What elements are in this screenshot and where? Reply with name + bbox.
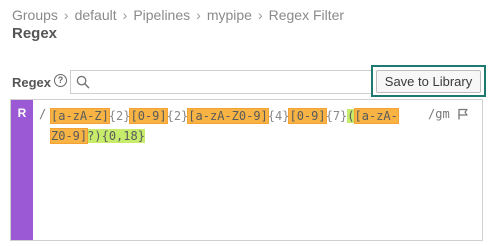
regex-badge: R (11, 100, 33, 240)
regex-token-orange: [0-9] (129, 108, 168, 124)
regex-token-green: ( (347, 109, 355, 123)
regex-open-delimiter: / (39, 107, 47, 121)
regex-editor[interactable]: R / [a-zA-Z]{2}[0-9]{2}[a-zA-Z0-9]{4}[0-… (10, 99, 483, 241)
regex-token-green: {0,18} (101, 129, 145, 143)
breadcrumb-item-regex-filter: Regex Filter (268, 7, 345, 23)
breadcrumb-separator: › (122, 7, 128, 23)
breadcrumb: Groups › default › Pipelines › mypipe › Regex Fi… (12, 7, 344, 23)
search-icon (76, 75, 90, 89)
regex-token-quant: {7} (325, 109, 348, 123)
regex-field-label: Regex (12, 75, 52, 90)
regex-search-box (70, 70, 372, 94)
regex-token-quant: {2} (166, 109, 189, 123)
regex-expression[interactable]: [a-zA-Z]{2}[0-9]{2}[a-zA-Z0-9]{4}[0-9]{7… (50, 106, 403, 146)
breadcrumb-item-default[interactable]: default (75, 7, 117, 23)
page-title: Regex (12, 25, 58, 42)
regex-token-orange: [a-zA-Z] (50, 108, 110, 124)
regex-token-orange: [0-9] (288, 108, 327, 124)
breadcrumb-item-groups[interactable]: Groups (12, 7, 58, 23)
regex-token-green: ) (94, 129, 102, 143)
breadcrumb-separator: › (257, 7, 263, 23)
save-to-library-button[interactable]: Save to Library (376, 70, 481, 93)
flag-icon[interactable] (457, 108, 469, 120)
regex-search-input[interactable] (95, 73, 365, 91)
breadcrumb-item-mypipe[interactable]: mypipe (207, 7, 252, 23)
regex-token-orange: [a-zA-Z0-9] (187, 108, 269, 124)
breadcrumb-item-pipelines[interactable]: Pipelines (133, 7, 190, 23)
help-icon[interactable]: ? (54, 74, 67, 87)
regex-flags[interactable]: /gm (428, 107, 450, 121)
breadcrumb-separator: › (63, 7, 69, 23)
regex-token-quant: {4} (267, 109, 290, 123)
regex-token-quant: {2} (108, 109, 131, 123)
breadcrumb-separator: › (196, 7, 201, 23)
regex-badge-letter: R (17, 106, 27, 120)
regex-filter-page: Groups › default › Pipelines › mypipe › Regex Fi… (0, 0, 488, 246)
